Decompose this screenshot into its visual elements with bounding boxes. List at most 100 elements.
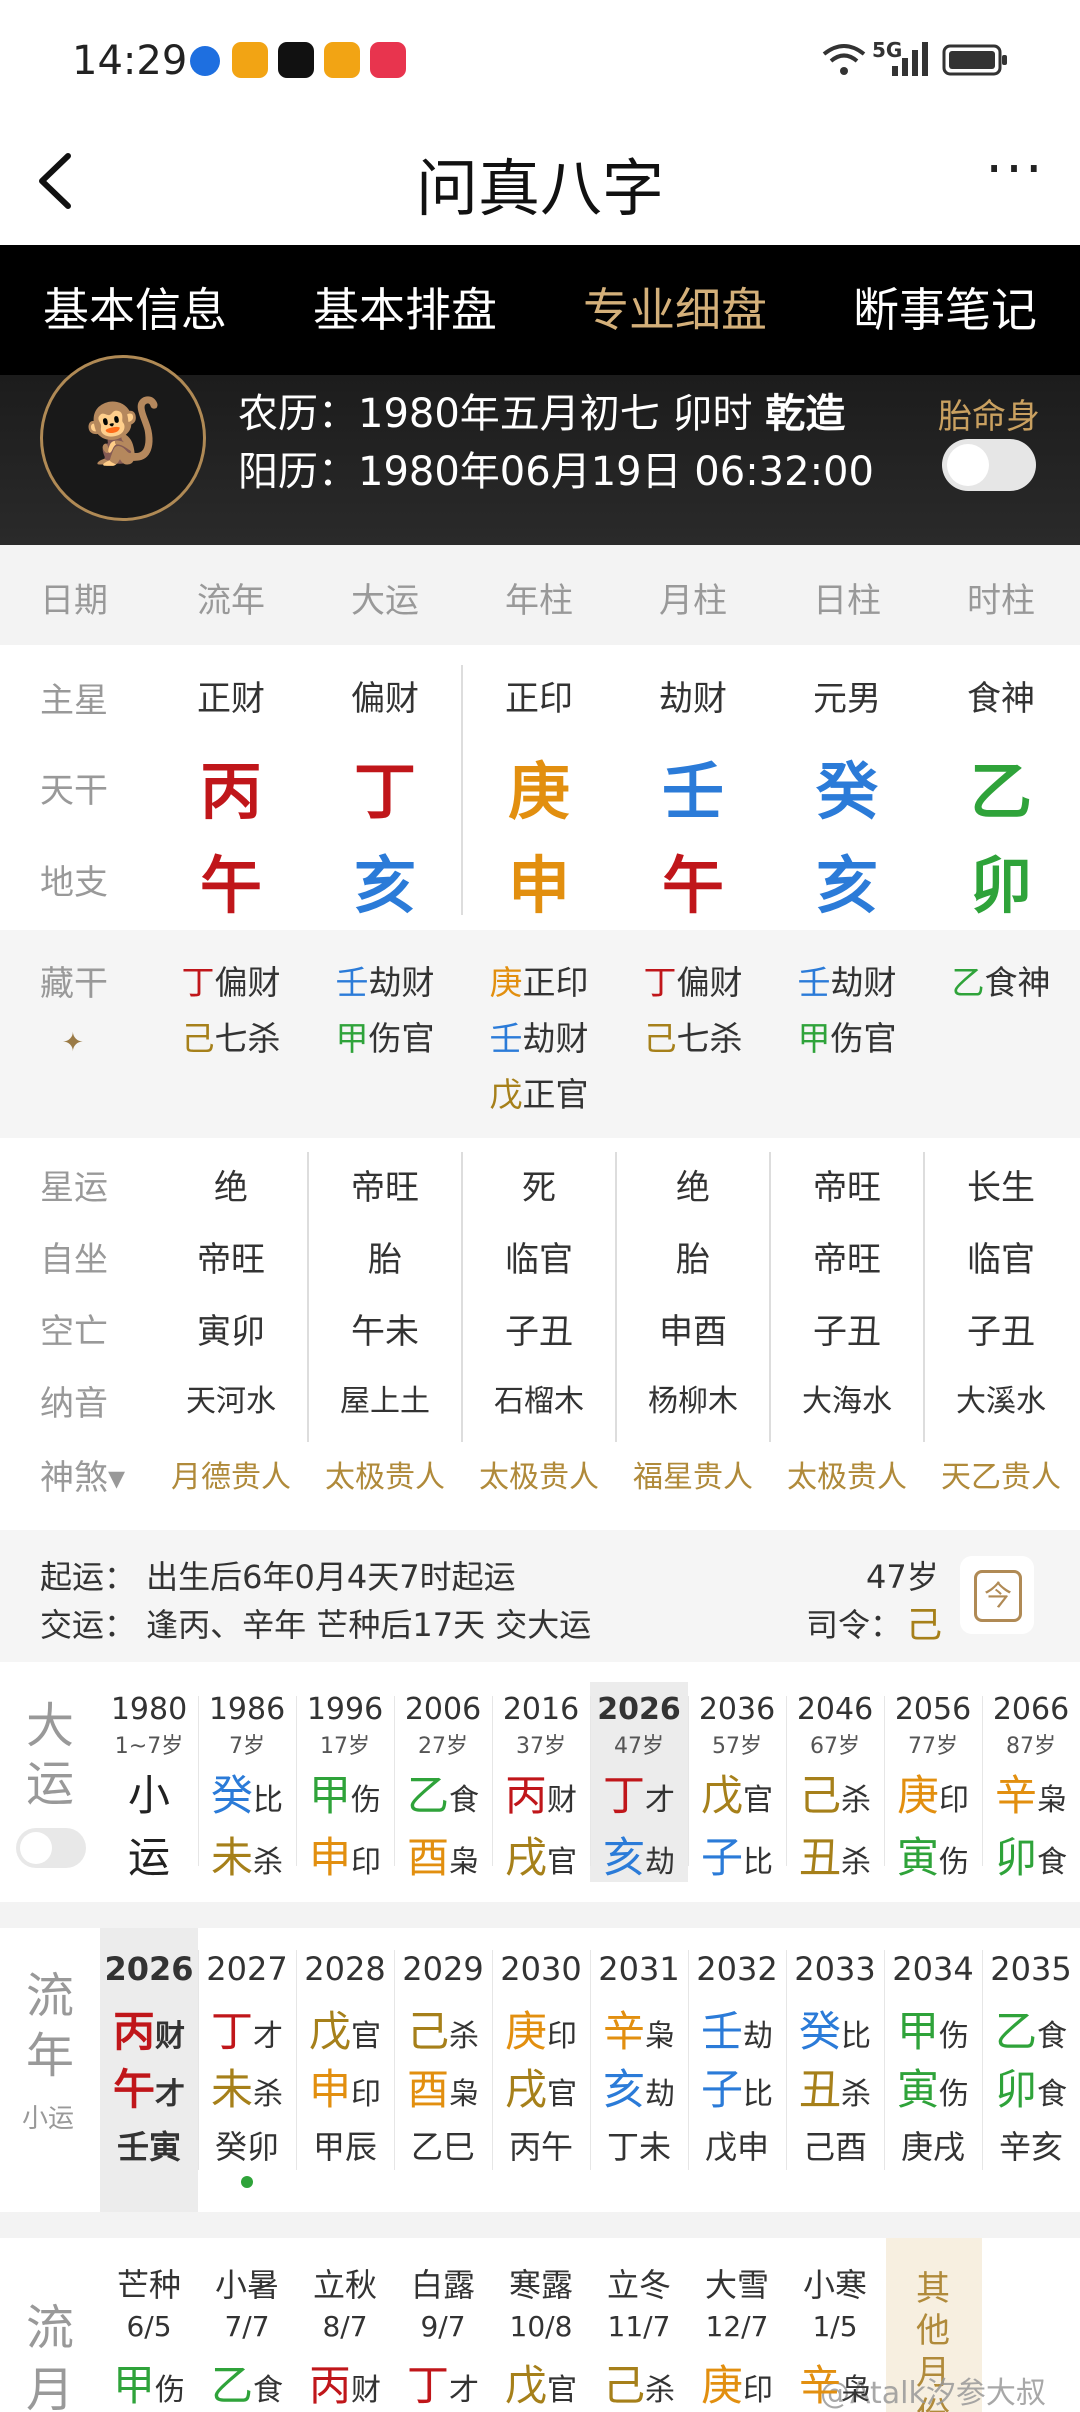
liunian-cell[interactable]: 2034 甲伤 寅伤 庚戌 <box>884 1928 982 2212</box>
shensha-label[interactable]: 神煞▾ <box>40 1450 125 1499</box>
dayun-zhi: 酉枭 <box>394 1824 492 1885</box>
liuyue-cell[interactable]: 芒种 6/5 甲伤 <box>100 2238 198 2412</box>
tab-professional-chart[interactable]: 专业细盘 <box>540 245 810 375</box>
dayun-cell[interactable]: 2036 57岁 戊官 子比 <box>688 1682 786 1882</box>
dayun-gan: 己杀 <box>786 1762 884 1823</box>
liunian-cell[interactable]: 2029 己杀 酉枭 乙巳 <box>394 1928 492 2212</box>
liunian-zhi-char: 亥 <box>602 2065 645 2114</box>
dayun-zhi-char: 未 <box>210 1833 253 1882</box>
misc-cell: 帝旺 <box>351 1168 419 1208</box>
dayun-age: 1~7岁 <box>114 1734 184 1759</box>
liunian-year: 2027 <box>206 1950 288 1988</box>
dayun-cell-current[interactable]: 2026 47岁 丁才 亥劫 <box>590 1682 688 1882</box>
misc-cell: 大溪水 <box>956 1384 1046 1419</box>
calendar-button[interactable]: 今 <box>960 1556 1034 1634</box>
dayun-cell[interactable]: 2016 37岁 丙财 戌官 <box>492 1682 590 1882</box>
liunian-zhi: 酉枭 <box>394 2056 492 2117</box>
liunian-cell[interactable]: 2030 庚印 戌官 丙午 <box>492 1928 590 2212</box>
canggan-gan: 乙 <box>951 963 985 1002</box>
taiming-label: 胎命身 <box>938 397 1040 437</box>
pin-icon[interactable]: ✦ <box>62 1028 84 1058</box>
liunian-gan-shishen: 枭 <box>645 2019 675 2054</box>
liunian-gan: 辛枭 <box>590 1998 688 2059</box>
liuyue-cell[interactable]: 立秋 8/7 丙财 <box>296 2238 394 2412</box>
liuyue-jieqi: 立秋 <box>312 2266 377 2304</box>
shensha-cell[interactable]: 太极贵人 <box>462 1452 616 1496</box>
liunian-cell[interactable]: 2035 乙食 卯食 辛亥 <box>982 1928 1080 2212</box>
shensha-cell[interactable]: 天乙贵人 <box>924 1452 1078 1496</box>
liunian-cell[interactable]: 2033 癸比 丑杀 己酉 <box>786 1928 884 2212</box>
dayun-cell[interactable]: 2006 27岁 乙食 酉枭 <box>394 1682 492 1882</box>
dayun-cell[interactable]: 1996 17岁 甲伤 申印 <box>296 1682 394 1882</box>
col-header-2: 年柱 <box>505 581 573 621</box>
more-options-icon[interactable]: ··· <box>980 142 1050 210</box>
dayun-toggle[interactable] <box>16 1828 86 1868</box>
row-label-date: 日期 <box>40 581 108 621</box>
misc-cell: 帝旺 <box>197 1240 265 1280</box>
shensha-cell[interactable]: 太极贵人 <box>308 1452 462 1496</box>
liunian-gan: 癸比 <box>786 1998 884 2059</box>
taiming-toggle[interactable] <box>942 439 1036 491</box>
dayun-gan-char: 丁 <box>602 1771 645 1820</box>
liunian-cell[interactable]: 2028 戊官 申印 甲辰 <box>296 1928 394 2212</box>
liuyue-cell[interactable]: 寒露 10/8 戊官 <box>492 2238 590 2412</box>
liuyue-cell[interactable]: 小寒 1/5 辛枭 <box>786 2238 884 2412</box>
liunian-zhi: 子比 <box>688 2056 786 2117</box>
canggan-gan: 壬 <box>489 1019 523 1058</box>
liunian-cell[interactable]: 2031 辛枭 亥劫 丁未 <box>590 1928 688 2212</box>
liuyue-cell[interactable]: 大雪 12/7 庚印 <box>688 2238 786 2412</box>
gender-label: 乾造 <box>765 391 846 437</box>
signal-icon <box>892 42 928 76</box>
misc-cell: 石榴木 <box>494 1384 584 1419</box>
canggan-shishen: 伤官 <box>368 1019 435 1058</box>
dayun-zhi: 丑杀 <box>786 1824 884 1885</box>
shensha-cell[interactable]: 太极贵人 <box>770 1452 924 1496</box>
liuyue-cell[interactable]: 白露 9/7 丁才 <box>394 2238 492 2412</box>
dayun-gan-char: 癸 <box>210 1771 253 1820</box>
dayun-year: 1986 <box>208 1692 286 1727</box>
xiaoyun-ganzhi: 丁未 <box>606 2128 671 2166</box>
column-header-row: 日期 流年 大运 年柱 月柱 日柱 时柱 <box>0 545 1080 645</box>
liuyue-jieqi: 寒露 <box>508 2266 573 2304</box>
wifi-icon <box>822 44 866 75</box>
dayun-cell[interactable]: 1986 7岁 癸比 未杀 <box>198 1682 296 1882</box>
dayun-gan-shishen: 食 <box>449 1783 479 1818</box>
canggan-item: 丁偏财 <box>154 956 308 1004</box>
liunian-zhi-shishen: 杀 <box>841 2077 871 2112</box>
dayun-gan-char: 戊 <box>700 1771 743 1820</box>
dayun-cell[interactable]: 1980 1~7岁小运 <box>100 1682 198 1882</box>
dayun-gan-shishen: 官 <box>743 1783 773 1818</box>
dayun-cell[interactable]: 2046 67岁 己杀 丑杀 <box>786 1682 884 1882</box>
xiaoyun-ganzhi: 戊申 <box>704 2128 769 2166</box>
dayun-cell[interactable]: 2066 87岁 辛枭 卯食 <box>982 1682 1080 1882</box>
misc-cell: 大海水 <box>802 1384 892 1419</box>
divider <box>923 1152 925 1442</box>
dayun-zhi-char: 亥 <box>602 1833 645 1882</box>
shensha-cell[interactable]: 月德贵人 <box>154 1452 308 1496</box>
liunian-cell[interactable]: 2032 壬劫 子比 戊申 <box>688 1928 786 2212</box>
liunian-zhi: 未杀 <box>198 2056 296 2117</box>
dayun-zhi: 未杀 <box>198 1824 296 1885</box>
divider <box>461 1152 463 1442</box>
shensha-cell[interactable]: 福星贵人 <box>616 1452 770 1496</box>
solar-date: 阳历：1980年06月19日 06:32:00 <box>238 449 874 495</box>
dayun-year: 2046 <box>796 1692 874 1727</box>
liuyue-gan: 甲伤 <box>100 2352 198 2412</box>
canggan-gan: 壬 <box>797 963 831 1002</box>
liuyue-cell[interactable]: 小暑 7/7 乙食 <box>198 2238 296 2412</box>
dayun-cell[interactable]: 2056 77岁 庚印 寅伤 <box>884 1682 982 1882</box>
dayun-age: 87岁 <box>1006 1734 1056 1759</box>
tab-notes[interactable]: 断事笔记 <box>810 245 1080 375</box>
divider <box>884 1696 885 1866</box>
liunian-cell-current[interactable]: 2026 丙财 午才 壬寅 <box>100 1928 198 2212</box>
liuyue-cell[interactable]: 立冬 11/7 己杀 <box>590 2238 688 2412</box>
dayun-age: 57岁 <box>712 1734 762 1759</box>
tab-basic-chart[interactable]: 基本排盘 <box>270 245 540 375</box>
canggan-shishen: 正官 <box>522 1075 589 1114</box>
xiaoyun-ganzhi: 丙午 <box>508 2128 573 2166</box>
liunian-cell[interactable]: 2027 丁才 未杀 癸卯 <box>198 1928 296 2212</box>
row-label-misc: 自坐 <box>40 1240 108 1280</box>
dayun-zhi: 寅伤 <box>884 1824 982 1885</box>
liunian-zhi-shishen: 枭 <box>449 2077 479 2112</box>
liuyue-gan-char: 乙 <box>210 2361 253 2410</box>
